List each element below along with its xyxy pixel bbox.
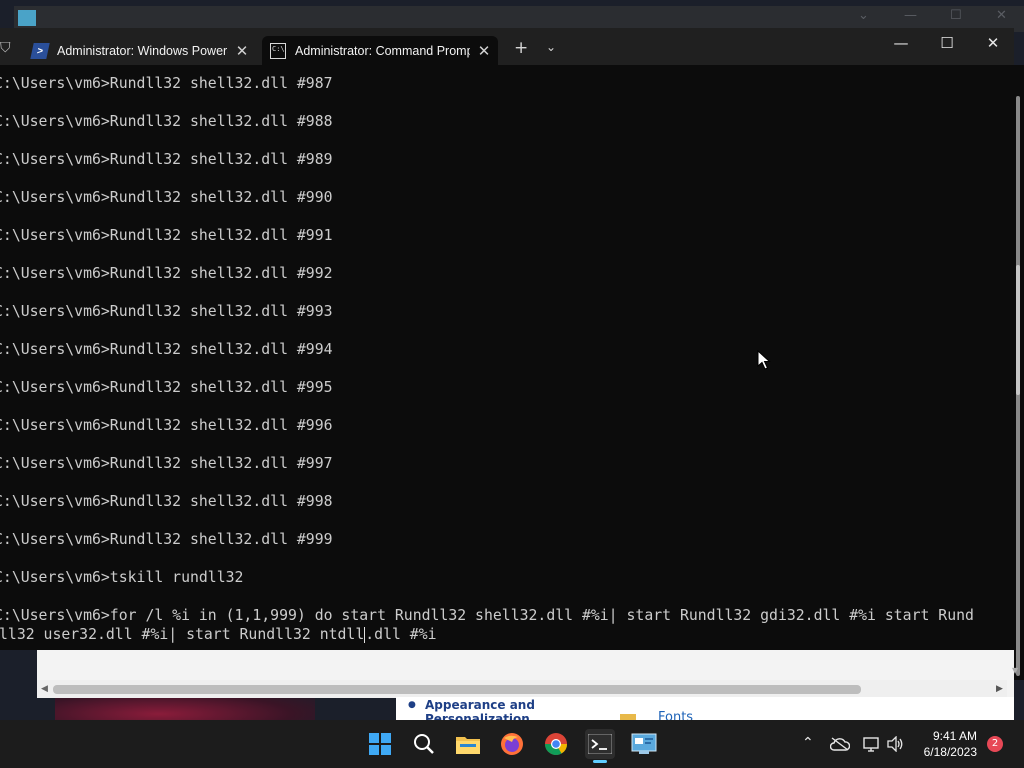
scroll-right-arrow-icon[interactable]: ▶ xyxy=(996,684,1003,694)
appearance-and-personalization-link[interactable]: Appearance and Personalization xyxy=(425,698,565,720)
bullet-icon: ● xyxy=(408,700,416,710)
tab-label: Administrator: Command Prompt xyxy=(295,43,470,58)
output-line: C:\Users\vm6>Rundll32 shell32.dll #995 xyxy=(0,379,333,396)
tab-command-prompt[interactable]: C:\ Administrator: Command Prompt ✕ xyxy=(262,36,498,65)
minimize-button[interactable]: — xyxy=(886,34,916,52)
background-window-maximize-icon[interactable]: ☐ xyxy=(950,8,962,23)
scroll-left-arrow-icon[interactable]: ◀ xyxy=(41,684,48,694)
fonts-link[interactable]: Fonts xyxy=(658,710,693,720)
output-line: C:\Users\vm6>Rundll32 shell32.dll #989 xyxy=(0,151,333,168)
new-tab-button[interactable]: + xyxy=(514,38,528,58)
background-window-close-icon[interactable]: ✕ xyxy=(996,8,1007,23)
command-text: ll32 user32.dll #%i| start Rundll32 ntdl… xyxy=(0,626,365,643)
output-line: C:\Users\vm6>Rundll32 shell32.dll #988 xyxy=(0,113,333,130)
output-line: C:\Users\vm6>Rundll32 shell32.dll #991 xyxy=(0,227,333,244)
background-window-icon xyxy=(18,10,36,26)
network-icon[interactable] xyxy=(860,732,884,756)
mouse-pointer-icon xyxy=(757,350,771,370)
output-line: C:\Users\vm6>Rundll32 shell32.dll #998 xyxy=(0,493,333,510)
clock-date: 6/18/2023 xyxy=(923,745,977,759)
firefox-icon[interactable] xyxy=(497,729,527,759)
output-line: C:\Users\vm6>Rundll32 shell32.dll #987 xyxy=(0,75,333,92)
command-input-line-1[interactable]: C:\Users\vm6>for /l %i in (1,1,999) do s… xyxy=(0,606,974,625)
start-icon[interactable] xyxy=(365,729,395,759)
tab-label: Administrator: Windows PowerShell xyxy=(57,43,228,58)
cmd-icon: C:\ xyxy=(270,42,286,59)
close-tab-icon[interactable]: ✕ xyxy=(470,42,498,60)
horizontal-scrollbar-thumb[interactable] xyxy=(53,685,861,694)
background-window-chevron-icon[interactable]: ⌄ xyxy=(858,8,869,23)
output-line: C:\Users\vm6>Rundll32 shell32.dll #999 xyxy=(0,531,333,548)
background-window-minimize-icon[interactable]: — xyxy=(904,8,917,23)
output-line: C:\Users\vm6>Rundll32 shell32.dll #994 xyxy=(0,341,333,358)
output-line: C:\Users\vm6>tskill rundll32 xyxy=(0,569,244,586)
clock-time: 9:41 AM xyxy=(932,729,977,743)
close-button[interactable]: ✕ xyxy=(978,34,1008,52)
scroll-down-arrow-icon[interactable]: ▼ xyxy=(1012,666,1018,675)
terminal-output[interactable]: C:\Users\vm6>Rundll32 shell32.dll #987 C… xyxy=(0,64,1012,650)
vertical-scrollbar-thumb[interactable] xyxy=(1016,265,1020,395)
output-line: C:\Users\vm6>Rundll32 shell32.dll #992 xyxy=(0,265,333,282)
chevron-up-icon[interactable]: ⌃ xyxy=(802,735,814,751)
chevron-down-icon[interactable]: ⌄ xyxy=(546,40,556,54)
search-icon[interactable] xyxy=(409,729,439,759)
volume-icon[interactable] xyxy=(884,732,906,756)
control-panel-icon[interactable] xyxy=(629,729,659,759)
command-text: .dll #%i xyxy=(365,626,437,643)
powershell-icon: > xyxy=(30,42,50,59)
output-line: C:\Users\vm6>Rundll32 shell32.dll #993 xyxy=(0,303,333,320)
terminal-icon[interactable] xyxy=(585,729,615,759)
onedrive-icon[interactable] xyxy=(826,732,854,756)
output-line: C:\Users\vm6>Rundll32 shell32.dll #996 xyxy=(0,417,333,434)
command-input-line-2[interactable]: ll32 user32.dll #%i| start Rundll32 ntdl… xyxy=(0,625,437,644)
output-line: C:\Users\vm6>Rundll32 shell32.dll #990 xyxy=(0,189,333,206)
tab-windows-powershell[interactable]: > Administrator: Windows PowerShell ✕ xyxy=(24,36,256,65)
shield-icon: ⛉ xyxy=(0,40,11,56)
file-explorer-icon[interactable] xyxy=(453,729,483,759)
notification-badge[interactable]: 2 xyxy=(987,736,1003,752)
maximize-button[interactable]: ☐ xyxy=(932,34,962,52)
output-line: C:\Users\vm6>Rundll32 shell32.dll #997 xyxy=(0,455,333,472)
active-app-indicator xyxy=(593,760,607,763)
close-tab-icon[interactable]: ✕ xyxy=(228,42,256,60)
chrome-icon[interactable] xyxy=(541,729,571,759)
taskbar-clock[interactable]: 9:41 AM 6/18/2023 xyxy=(905,728,977,760)
